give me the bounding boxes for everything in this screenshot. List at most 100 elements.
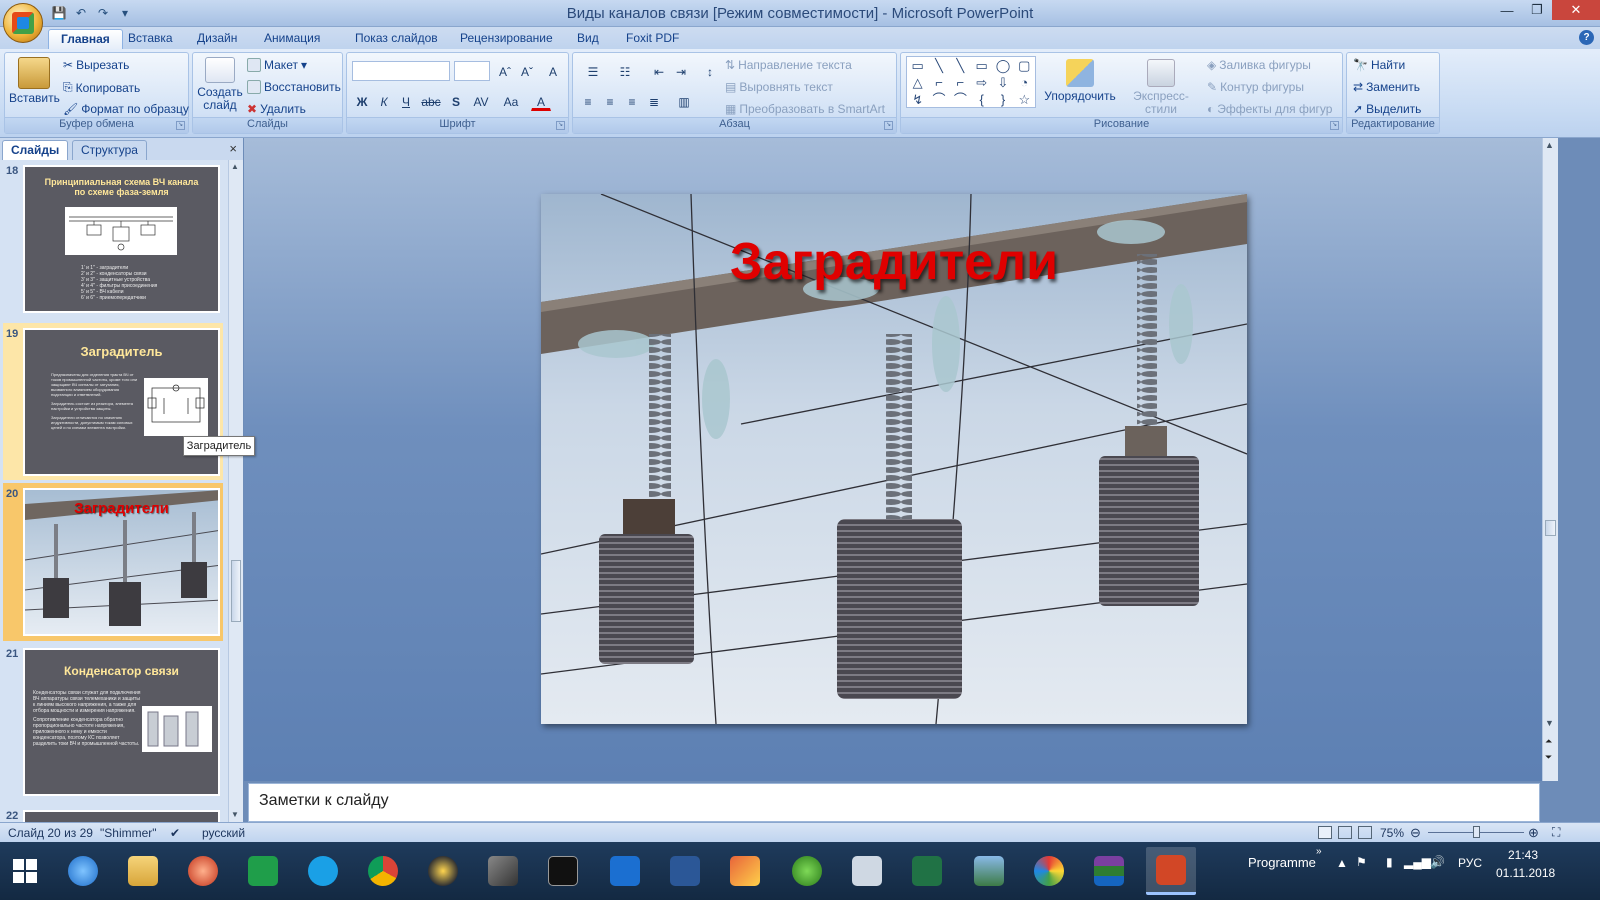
shape-item-icon[interactable]: ⇩ <box>992 74 1013 91</box>
shape-item-icon[interactable]: ↯ <box>907 91 928 108</box>
shape-item-icon[interactable]: ⌒ <box>950 91 971 108</box>
select-button[interactable]: ➚ Выделить <box>1353 102 1421 116</box>
thumbnail-18[interactable]: 18 Принципиальная схема ВЧ канала по схе… <box>3 160 223 322</box>
tab-foxit-pdf[interactable]: Foxit PDF <box>614 29 691 49</box>
font-name-combo[interactable] <box>352 61 450 81</box>
layout-button[interactable]: Макет ▾ <box>247 58 307 72</box>
char-spacing-button[interactable]: AV <box>468 91 494 111</box>
shape-item-icon[interactable]: ⌐ <box>950 74 971 91</box>
slide-title[interactable]: Заградители <box>541 232 1247 292</box>
internet-explorer-icon[interactable] <box>58 847 108 895</box>
shape-item-icon[interactable]: ▭ <box>907 57 928 74</box>
shape-item-icon[interactable]: ▢ <box>1014 57 1035 74</box>
tab-design[interactable]: Дизайн <box>185 29 249 49</box>
office-button[interactable] <box>3 3 43 43</box>
tab-animation[interactable]: Анимация <box>252 29 332 49</box>
dialog-launcher-icon[interactable]: ↘ <box>176 121 185 130</box>
shape-item-icon[interactable]: ╲ <box>928 57 949 74</box>
zoom-out-icon[interactable]: ⊖ <box>1410 825 1421 841</box>
tab-outline[interactable]: Структура <box>72 140 147 160</box>
grow-font-button[interactable]: Aˆ <box>495 61 515 81</box>
word-icon[interactable] <box>660 847 710 895</box>
flag-icon[interactable]: ⚑ <box>1356 855 1367 869</box>
zoom-slider[interactable] <box>1428 826 1524 838</box>
frog-app-icon[interactable] <box>782 847 832 895</box>
slide-sorter-icon[interactable] <box>1338 826 1352 839</box>
aimp-icon[interactable] <box>418 847 468 895</box>
delete-slide-button[interactable]: ✖ Удалить <box>247 102 306 116</box>
shape-item-icon[interactable]: } <box>992 91 1013 108</box>
scroll-down-icon[interactable]: ▼ <box>1545 718 1554 728</box>
replace-button[interactable]: ⇄ Заменить <box>1353 80 1420 94</box>
quick-styles-button[interactable]: Экспресс-стили <box>1119 59 1203 116</box>
dialog-launcher-icon[interactable]: ↘ <box>1330 121 1339 130</box>
minimize-button[interactable]: — <box>1492 0 1522 20</box>
thumbnail-scrollbar[interactable]: ▲ ▼ <box>228 160 243 822</box>
checklist-icon[interactable] <box>720 847 770 895</box>
strikethrough-button[interactable]: abc <box>418 91 444 111</box>
notes-pane[interactable]: Заметки к слайду <box>248 783 1540 822</box>
reset-button[interactable]: Восстановить <box>247 80 341 94</box>
zoom-slider-knob[interactable] <box>1472 826 1480 838</box>
format-painter-button[interactable]: 🖌 Формат по образцу <box>63 102 189 116</box>
language-indicator[interactable]: русский <box>202 826 245 840</box>
maximize-button[interactable]: ❐ <box>1522 0 1552 20</box>
shape-item-icon[interactable]: △ <box>907 74 928 91</box>
spellcheck-icon[interactable]: ✔ <box>170 826 180 840</box>
align-center-icon[interactable]: ≡ <box>600 91 620 111</box>
toolbar-expand-icon[interactable]: » <box>1316 846 1322 857</box>
fit-to-window-icon[interactable]: ⛶ <box>1552 825 1560 840</box>
show-hidden-icons-icon[interactable]: ▲ <box>1336 856 1348 870</box>
start-button[interactable] <box>0 847 50 895</box>
battery-icon[interactable]: ▮ <box>1386 855 1393 869</box>
shape-item-icon[interactable]: ▭ <box>971 57 992 74</box>
thumbnail-22[interactable]: 22 <box>3 805 223 822</box>
cut-button[interactable]: ✂ Вырезать <box>63 58 129 72</box>
tab-home[interactable]: Главная <box>48 29 123 49</box>
tab-insert[interactable]: Вставка <box>116 29 185 49</box>
clock-time[interactable]: 21:43 <box>1508 848 1538 862</box>
paint-icon[interactable] <box>1024 847 1074 895</box>
tab-slides[interactable]: Слайды <box>2 140 69 160</box>
scroll-thumb[interactable] <box>231 560 241 622</box>
smartart-button[interactable]: ▦ Преобразовать в SmartArt <box>725 102 885 116</box>
new-slide-button[interactable]: Создать слайд <box>197 57 243 112</box>
dialog-launcher-icon[interactable]: ↘ <box>884 121 893 130</box>
tab-view[interactable]: Вид <box>565 29 611 49</box>
shrink-font-button[interactable]: Aˇ <box>517 61 537 81</box>
text-direction-button[interactable]: ⇅ Направление текста <box>725 58 852 72</box>
find-button[interactable]: 🔭 Найти <box>1353 58 1405 72</box>
align-right-icon[interactable]: ≡ <box>622 91 642 111</box>
zoom-in-icon[interactable]: ⊕ <box>1528 825 1539 841</box>
shape-item-icon[interactable]: { <box>971 91 992 108</box>
underline-button[interactable]: Ч <box>396 91 416 111</box>
file-explorer-icon[interactable] <box>118 847 168 895</box>
programme-toolbar[interactable]: Programme <box>1248 855 1316 870</box>
calculator-icon[interactable] <box>842 847 892 895</box>
shapes-gallery[interactable]: ▭ ╲ ╲ ▭ ◯ ▢ △ ⌐ ⌐ ⇨ ⇩ ◔ ↯ ⌒ ⌒{} ☆ <box>906 56 1036 108</box>
align-left-icon[interactable]: ≡ <box>578 91 598 111</box>
italic-button[interactable]: К <box>374 91 394 111</box>
shape-effects-button[interactable]: ◐ Эффекты для фигур <box>1207 102 1332 116</box>
bold-button[interactable]: Ж <box>352 91 372 111</box>
skype-icon[interactable] <box>298 847 348 895</box>
font-size-combo[interactable] <box>454 61 490 81</box>
clock-date[interactable]: 01.11.2018 <box>1496 866 1555 880</box>
close-button[interactable]: ✕ <box>1552 0 1600 20</box>
scroll-thumb[interactable] <box>1545 520 1556 536</box>
copy-button[interactable]: ⎘ Копировать <box>63 80 140 95</box>
shape-fill-button[interactable]: ◈ Заливка фигуры <box>1207 58 1311 72</box>
columns-icon[interactable]: ▥ <box>671 91 697 111</box>
shape-item-icon[interactable]: ╲ <box>950 57 971 74</box>
change-case-button[interactable]: Aa <box>498 91 524 111</box>
shape-item-icon[interactable]: ☆ <box>1014 91 1035 108</box>
shape-item-icon[interactable]: ◯ <box>992 57 1013 74</box>
normal-view-icon[interactable] <box>1318 826 1332 839</box>
powerpoint-icon[interactable] <box>1146 847 1196 895</box>
scroll-up-icon[interactable]: ▲ <box>231 162 241 172</box>
winrar-icon[interactable] <box>1084 847 1134 895</box>
align-text-button[interactable]: ▤ Выровнять текст <box>725 80 833 94</box>
previous-slide-icon[interactable]: ⏶ <box>1545 736 1552 747</box>
slideshow-view-icon[interactable] <box>1358 826 1372 839</box>
command-prompt-icon[interactable] <box>538 847 588 895</box>
